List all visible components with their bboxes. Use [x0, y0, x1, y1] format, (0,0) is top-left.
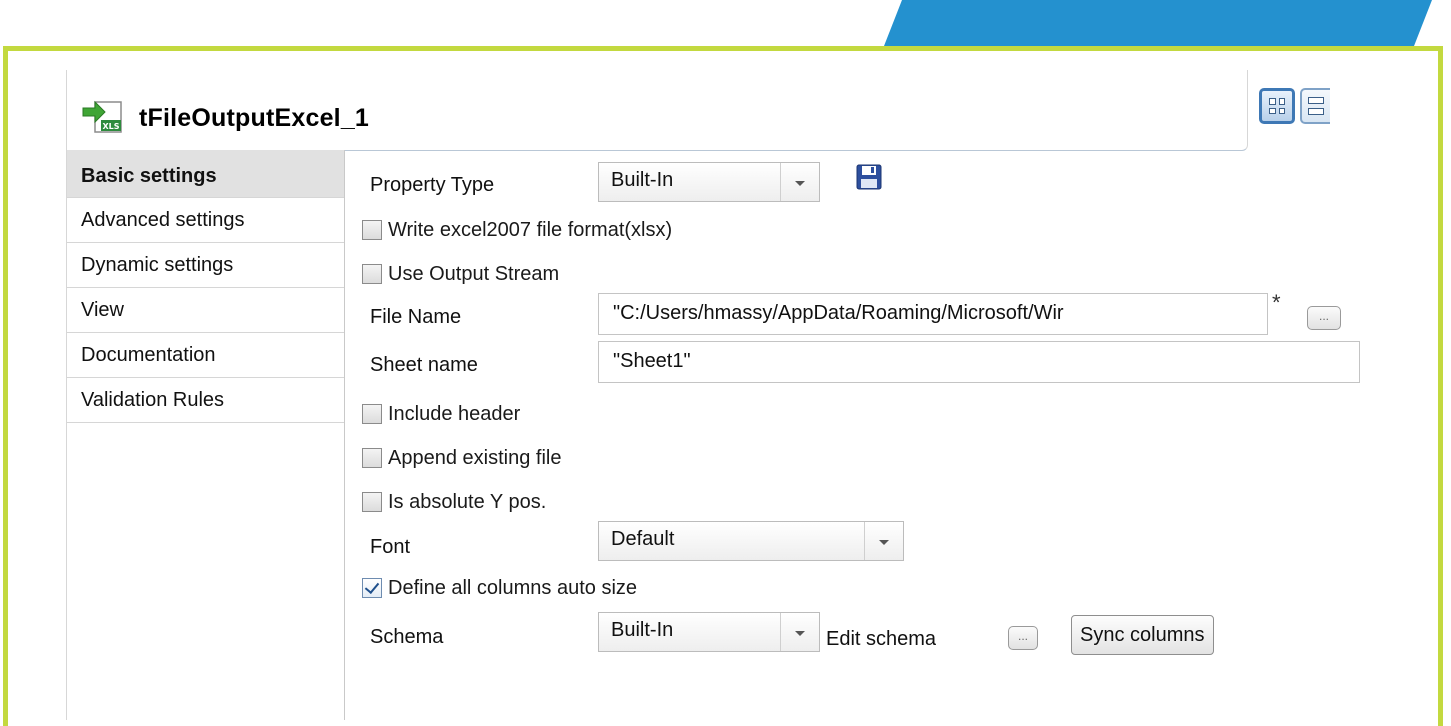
- schema-value: Built-In: [611, 619, 674, 641]
- font-label: Font: [370, 536, 411, 558]
- property-type-label: Property Type: [370, 174, 495, 196]
- svg-text:XLS: XLS: [102, 122, 119, 131]
- file-name-input[interactable]: "C:/Users/hmassy/AppData/Roaming/Microso…: [598, 293, 1268, 335]
- file-name-label: File Name: [370, 306, 462, 328]
- sync-columns-button[interactable]: Sync columns: [1071, 615, 1214, 655]
- schema-label: Schema: [370, 626, 444, 648]
- write-excel2007-label: Write excel2007 file format(xlsx): [388, 218, 673, 241]
- basic-settings-form: Property Type Built-In Write excel2007 f…: [344, 150, 1380, 720]
- file-name-browse-button[interactable]: ...: [1307, 306, 1341, 330]
- use-output-stream-checkbox[interactable]: [362, 264, 382, 284]
- absolute-y-row[interactable]: Is absolute Y pos.: [362, 488, 546, 516]
- component-settings-panel: XLS tFileOutputExcel_1 Basic settings Ad…: [66, 70, 1380, 720]
- schema-dropdown[interactable]: [780, 613, 819, 651]
- schema-select[interactable]: Built-In: [598, 612, 820, 652]
- auto-size-label: Define all columns auto size: [388, 576, 638, 599]
- nav-item-basic-settings[interactable]: Basic settings: [67, 150, 344, 198]
- nav-item-view[interactable]: View: [67, 288, 344, 333]
- font-dropdown[interactable]: [864, 522, 903, 560]
- chevron-down-icon: [795, 631, 805, 636]
- font-select[interactable]: Default: [598, 521, 904, 561]
- property-type-value: Built-In: [611, 169, 674, 191]
- include-header-label: Include header: [388, 402, 521, 425]
- save-icon[interactable]: [856, 164, 882, 190]
- grid-layout-icon: [1269, 98, 1285, 114]
- component-title-bar: XLS tFileOutputExcel_1: [66, 70, 1248, 151]
- include-header-row[interactable]: Include header: [362, 400, 520, 428]
- font-value: Default: [611, 528, 675, 550]
- settings-nav: Basic settings Advanced settings Dynamic…: [66, 150, 345, 720]
- absolute-y-label: Is absolute Y pos.: [388, 490, 547, 513]
- file-name-value: "C:/Users/hmassy/AppData/Roaming/Microso…: [613, 302, 1064, 324]
- use-output-stream-row[interactable]: Use Output Stream: [362, 260, 559, 288]
- absolute-y-checkbox[interactable]: [362, 492, 382, 512]
- rows-layout-icon: [1308, 97, 1324, 115]
- sheet-name-value: "Sheet1": [613, 350, 691, 372]
- append-existing-label: Append existing file: [388, 446, 562, 469]
- write-excel2007-checkbox[interactable]: [362, 220, 382, 240]
- chevron-down-icon: [795, 181, 805, 186]
- append-existing-row[interactable]: Append existing file: [362, 444, 561, 472]
- xls-file-output-icon: XLS: [82, 100, 122, 133]
- nav-item-documentation[interactable]: Documentation: [67, 333, 344, 378]
- grid-layout-button[interactable]: [1259, 88, 1295, 124]
- edit-schema-label: Edit schema: [826, 628, 937, 650]
- nav-item-advanced-settings[interactable]: Advanced settings: [67, 198, 344, 243]
- property-type-dropdown[interactable]: [780, 163, 819, 201]
- component-title: tFileOutputExcel_1: [139, 104, 370, 132]
- use-output-stream-label: Use Output Stream: [388, 262, 560, 285]
- sheet-name-input[interactable]: "Sheet1": [598, 341, 1360, 383]
- required-asterisk: *: [1272, 290, 1281, 315]
- nav-item-dynamic-settings[interactable]: Dynamic settings: [67, 243, 344, 288]
- sheet-name-label: Sheet name: [370, 354, 478, 376]
- rows-layout-button[interactable]: [1300, 88, 1330, 124]
- chevron-down-icon: [879, 540, 889, 545]
- auto-size-row[interactable]: Define all columns auto size: [362, 574, 637, 602]
- write-excel2007-row[interactable]: Write excel2007 file format(xlsx): [362, 216, 672, 244]
- auto-size-checkbox[interactable]: [362, 578, 382, 598]
- append-existing-checkbox[interactable]: [362, 448, 382, 468]
- decorative-accent-bar: [884, 0, 1432, 46]
- property-type-select[interactable]: Built-In: [598, 162, 820, 202]
- nav-item-validation-rules[interactable]: Validation Rules: [67, 378, 344, 423]
- edit-schema-button[interactable]: ...: [1008, 626, 1038, 650]
- include-header-checkbox[interactable]: [362, 404, 382, 424]
